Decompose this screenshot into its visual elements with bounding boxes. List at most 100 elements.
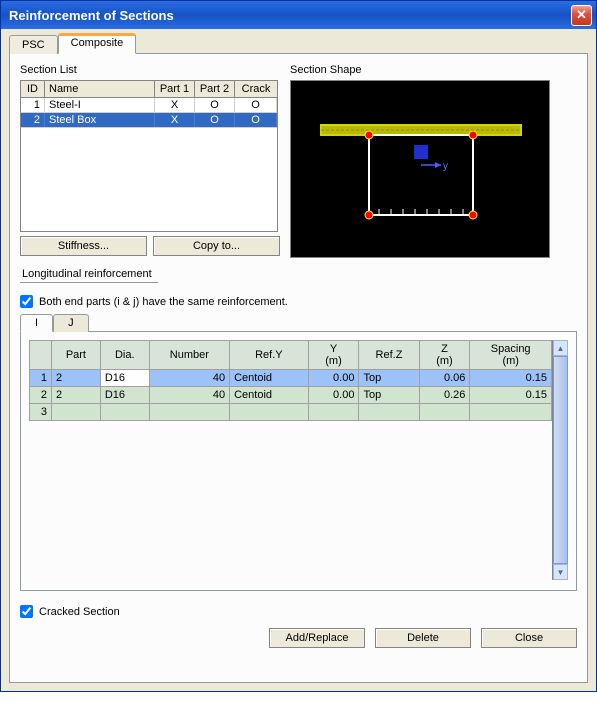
cell-p1: X xyxy=(155,113,195,127)
same-ends-row: Both end parts (i & j) have the same rei… xyxy=(20,295,577,308)
stiffness-button[interactable]: Stiffness... xyxy=(20,236,147,256)
col-part1[interactable]: Part 1 xyxy=(155,81,195,97)
tab-body-composite: Section List ID Name Part 1 Part 2 Crack… xyxy=(9,53,588,683)
cell-refy[interactable]: Centoid xyxy=(230,370,308,387)
rebar-row[interactable]: 2 2 D16 40 Centoid 0.00 Top 0.26 0.15 xyxy=(30,387,552,404)
col-y[interactable]: Y (m) xyxy=(308,341,359,370)
axis-y-label: y xyxy=(443,161,448,172)
col-spacing[interactable]: Spacing (m) xyxy=(470,341,552,370)
content-area: PSC Composite Section List ID Name Part … xyxy=(1,29,596,691)
long-reinf-label: Longitudinal reinforcement xyxy=(20,266,158,283)
col-z[interactable]: Z (m) xyxy=(419,341,470,370)
close-button[interactable]: Close xyxy=(481,628,577,648)
window-close-button[interactable]: ✕ xyxy=(571,5,592,26)
section-row[interactable]: 1 Steel-I X O O xyxy=(21,98,277,113)
cell-y[interactable] xyxy=(308,404,359,421)
col-number[interactable]: Number xyxy=(149,341,229,370)
cell-refy[interactable]: Centoid xyxy=(230,387,308,404)
cell-crack: O xyxy=(235,98,277,112)
cell-id: 2 xyxy=(21,113,45,127)
cell-name: Steel Box xyxy=(45,113,155,127)
tab-i[interactable]: I xyxy=(20,314,53,332)
cell-num[interactable]: 40 xyxy=(149,387,229,404)
col-dia[interactable]: Dia. xyxy=(100,341,149,370)
dialog-window: Reinforcement of Sections ✕ PSC Composit… xyxy=(0,0,597,692)
long-reinf-section: Longitudinal reinforcement Both end part… xyxy=(20,266,577,591)
cell-part[interactable]: 2 xyxy=(52,370,101,387)
rebar-table-panel: Part Dia. Number Ref.Y Y (m) Ref.Z Z (m)… xyxy=(20,331,577,591)
scroll-down-button[interactable]: ▼ xyxy=(553,564,568,580)
cell-id: 1 xyxy=(21,98,45,112)
cracked-section-checkbox[interactable] xyxy=(20,605,33,618)
rebar-row[interactable]: 3 xyxy=(30,404,552,421)
cell-crack: O xyxy=(235,113,277,127)
cell-refy[interactable] xyxy=(230,404,308,421)
close-icon: ✕ xyxy=(576,7,587,23)
section-shape-svg: y xyxy=(291,81,551,259)
rebar-scrollbar[interactable]: ▲ ▼ xyxy=(552,340,568,580)
add-replace-button[interactable]: Add/Replace xyxy=(269,628,365,648)
same-ends-checkbox[interactable] xyxy=(20,295,33,308)
same-ends-label: Both end parts (i & j) have the same rei… xyxy=(39,296,288,308)
section-row[interactable]: 2 Steel Box X O O xyxy=(21,113,277,128)
titlebar: Reinforcement of Sections ✕ xyxy=(1,1,596,29)
section-list-label: Section List xyxy=(20,64,280,76)
cracked-section-label: Cracked Section xyxy=(39,606,120,618)
section-shape-panel: Section Shape xyxy=(290,64,577,258)
col-rownum xyxy=(30,341,52,370)
copy-to-button[interactable]: Copy to... xyxy=(153,236,280,256)
cell-refz[interactable]: Top xyxy=(359,370,419,387)
cell-num[interactable] xyxy=(149,404,229,421)
cell-p2: O xyxy=(195,113,235,127)
rebar-table[interactable]: Part Dia. Number Ref.Y Y (m) Ref.Z Z (m)… xyxy=(29,340,552,421)
cell-spacing[interactable]: 0.15 xyxy=(470,387,552,404)
scroll-thumb[interactable] xyxy=(553,356,568,564)
col-refz[interactable]: Ref.Z xyxy=(359,341,419,370)
section-shape-view[interactable]: y xyxy=(290,80,550,258)
cell-spacing[interactable] xyxy=(470,404,552,421)
cell-dia[interactable]: D16 xyxy=(100,370,149,387)
cell-spacing[interactable]: 0.15 xyxy=(470,370,552,387)
cell-refz[interactable] xyxy=(359,404,419,421)
col-crack[interactable]: Crack xyxy=(235,81,277,97)
cell-y[interactable]: 0.00 xyxy=(308,370,359,387)
cell-z[interactable] xyxy=(419,404,470,421)
cell-name: Steel-I xyxy=(45,98,155,112)
cell-dia[interactable] xyxy=(100,404,149,421)
tab-psc[interactable]: PSC xyxy=(9,35,58,54)
main-tab-strip: PSC Composite xyxy=(9,33,588,54)
upper-row: Section List ID Name Part 1 Part 2 Crack… xyxy=(20,64,577,258)
ij-tab-strip: I J xyxy=(20,314,577,332)
cell-idx: 3 xyxy=(30,404,52,421)
cell-dia[interactable]: D16 xyxy=(100,387,149,404)
cell-part[interactable] xyxy=(52,404,101,421)
cell-refz[interactable]: Top xyxy=(359,387,419,404)
scroll-up-button[interactable]: ▲ xyxy=(553,340,568,356)
rebar-row[interactable]: 1 2 D16 40 Centoid 0.00 Top 0.06 0.15 xyxy=(30,370,552,387)
section-shape-label: Section Shape xyxy=(290,64,577,76)
cell-z[interactable]: 0.06 xyxy=(419,370,470,387)
cell-z[interactable]: 0.26 xyxy=(419,387,470,404)
section-list-header: ID Name Part 1 Part 2 Crack xyxy=(21,81,277,98)
delete-button[interactable]: Delete xyxy=(375,628,471,648)
tab-j[interactable]: J xyxy=(53,314,89,332)
section-list-buttons: Stiffness... Copy to... xyxy=(20,236,280,256)
col-id[interactable]: ID xyxy=(21,81,45,97)
cell-p2: O xyxy=(195,98,235,112)
col-refy[interactable]: Ref.Y xyxy=(230,341,308,370)
window-title: Reinforcement of Sections xyxy=(9,8,571,23)
cracked-section-row: Cracked Section xyxy=(20,605,577,618)
col-name[interactable]: Name xyxy=(45,81,155,97)
section-list-grid[interactable]: ID Name Part 1 Part 2 Crack 1 Steel-I X … xyxy=(20,80,278,232)
cell-num[interactable]: 40 xyxy=(149,370,229,387)
cell-y[interactable]: 0.00 xyxy=(308,387,359,404)
col-part[interactable]: Part xyxy=(52,341,101,370)
section-list-panel: Section List ID Name Part 1 Part 2 Crack… xyxy=(20,64,280,258)
col-part2[interactable]: Part 2 xyxy=(195,81,235,97)
cell-p1: X xyxy=(155,98,195,112)
cell-idx: 1 xyxy=(30,370,52,387)
bottom-button-row: Add/Replace Delete Close xyxy=(20,628,577,648)
tab-composite[interactable]: Composite xyxy=(58,33,137,54)
cell-idx: 2 xyxy=(30,387,52,404)
cell-part[interactable]: 2 xyxy=(52,387,101,404)
